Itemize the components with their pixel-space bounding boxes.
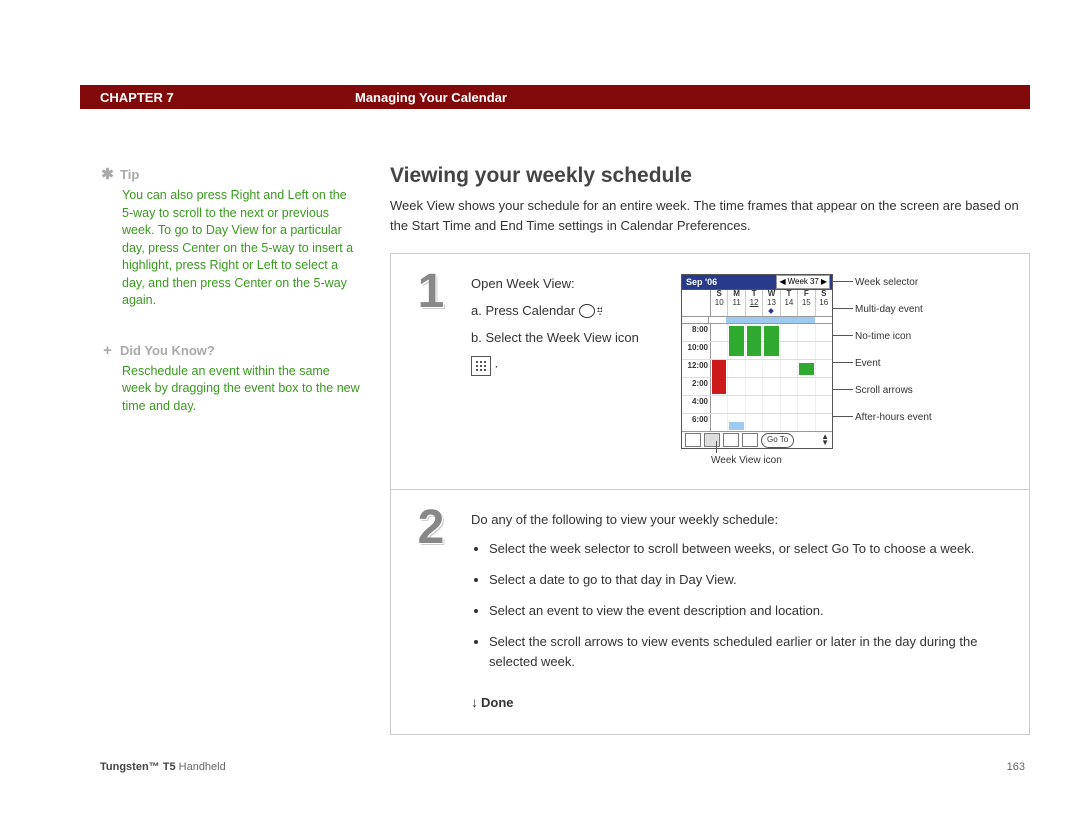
didyouknow-block: + Did You Know? Reschedule an event withi…: [100, 340, 360, 416]
tip-text: You can also press Right and Left on the…: [122, 187, 360, 310]
chapter-header: CHAPTER 7 Managing Your Calendar: [80, 85, 1030, 109]
day-col[interactable]: T12: [746, 290, 763, 316]
page-number: 163: [1007, 761, 1025, 773]
cal-title-bar: Sep '06 ◀ Week 37 ▶: [682, 275, 832, 290]
step-2-number: 2: [391, 490, 471, 734]
list-item: Select the week selector to scroll betwe…: [489, 539, 1014, 560]
day-col[interactable]: T14: [781, 290, 798, 316]
scroll-arrows[interactable]: ▲▼: [821, 434, 829, 446]
chapter-label: CHAPTER 7: [80, 90, 355, 105]
page-footer: Tungsten™ T5 Handheld 163: [100, 755, 1025, 773]
weekview-callout: Week View icon: [681, 453, 833, 469]
calendar-button-icon: [579, 304, 595, 318]
cal-bottom-bar: Go To ▲▼: [682, 431, 832, 448]
list-item: Select a date to go to that day in Day V…: [489, 570, 1014, 591]
weekview-screenshot-wrap: Sep '06 ◀ Week 37 ▶: [681, 274, 932, 469]
week-selector[interactable]: ◀ Week 37 ▶: [776, 275, 830, 290]
intro-text: Week View shows your schedule for an ent…: [390, 196, 1030, 235]
sidebar: ✱ Tip You can also press Right and Left o…: [100, 164, 390, 735]
monthview-icon[interactable]: [723, 433, 739, 447]
multiday-event[interactable]: [726, 317, 745, 323]
callout-afterhours: After-hours event: [841, 410, 932, 426]
done-arrow-icon: ↓: [471, 691, 478, 713]
day-col[interactable]: W13: [763, 290, 780, 316]
day-col[interactable]: M11: [728, 290, 745, 316]
day-col[interactable]: F15: [798, 290, 815, 316]
didyouknow-title: + Did You Know?: [100, 340, 360, 361]
page-title: Viewing your weekly schedule: [390, 164, 1030, 188]
step-1: 1 Open Week View: a. Press Calendar . b.…: [391, 254, 1029, 490]
step1-a: a. Press Calendar: [471, 303, 575, 318]
callout-multiday: Multi-day event: [841, 302, 932, 318]
week-next-arrow[interactable]: ▶: [821, 276, 827, 289]
step1-a-line: a. Press Calendar .: [471, 301, 671, 322]
list-item: Select an event to view the event descri…: [489, 601, 1014, 622]
step2-lead: Do any of the following to view your wee…: [471, 510, 1014, 531]
day-col[interactable]: S10: [711, 290, 728, 316]
goto-button[interactable]: Go To: [761, 433, 794, 448]
cal-month: Sep '06: [684, 275, 719, 289]
agendaview-icon[interactable]: [742, 433, 758, 447]
done-marker: ↓Done: [471, 691, 1014, 714]
dayview-icon[interactable]: [685, 433, 701, 447]
didyouknow-text: Reschedule an event within the same week…: [122, 363, 360, 416]
after-hours-event[interactable]: [729, 422, 743, 430]
done-text: Done: [481, 695, 514, 710]
step-1-instructions: Open Week View: a. Press Calendar . b. S…: [471, 274, 671, 376]
weekview-screenshot: Sep '06 ◀ Week 37 ▶: [681, 274, 833, 449]
weekview-bottom-icon[interactable]: [704, 433, 720, 447]
main-column: Viewing your weekly schedule Week View s…: [390, 164, 1030, 735]
cal-day-header: S10 M11 T12 W13 T14 F15 S16: [682, 290, 832, 317]
step-2: 2 Do any of the following to view your w…: [391, 490, 1029, 734]
multiday-row: [682, 317, 832, 324]
no-time-icon: [769, 309, 775, 315]
callout-notime: No-time icon: [841, 329, 932, 345]
step1-lead: Open Week View:: [471, 274, 671, 295]
callout-week-selector: Week selector: [841, 275, 932, 291]
step2-bullets: Select the week selector to scroll betwe…: [471, 539, 1014, 673]
steps-box: 1 Open Week View: a. Press Calendar . b.…: [390, 253, 1030, 735]
callout-event: Event: [841, 356, 932, 372]
plus-icon: +: [100, 340, 115, 361]
step1-b: b. Select the Week View icon: [471, 328, 671, 349]
step-1-number: 1: [391, 254, 471, 489]
tip-title: ✱ Tip: [100, 164, 360, 185]
list-item: Select the scroll arrows to view events …: [489, 632, 1014, 674]
tip-block: ✱ Tip You can also press Right and Left o…: [100, 164, 360, 310]
day-col[interactable]: S16: [816, 290, 832, 316]
callout-scroll: Scroll arrows: [841, 383, 932, 399]
weekview-icon: [471, 356, 491, 376]
week-prev-arrow[interactable]: ◀: [779, 276, 785, 289]
callouts: Week selector Multi-day event No-time ic…: [841, 274, 932, 426]
event[interactable]: [799, 363, 813, 375]
star-icon: ✱: [100, 164, 115, 185]
weekview-icon-line: .: [471, 352, 671, 376]
product-label: Tungsten™ T5 Handheld: [100, 761, 226, 773]
section-label: Managing Your Calendar: [355, 90, 507, 105]
didyouknow-title-text: Did You Know?: [120, 343, 215, 358]
tip-title-text: Tip: [120, 167, 139, 182]
